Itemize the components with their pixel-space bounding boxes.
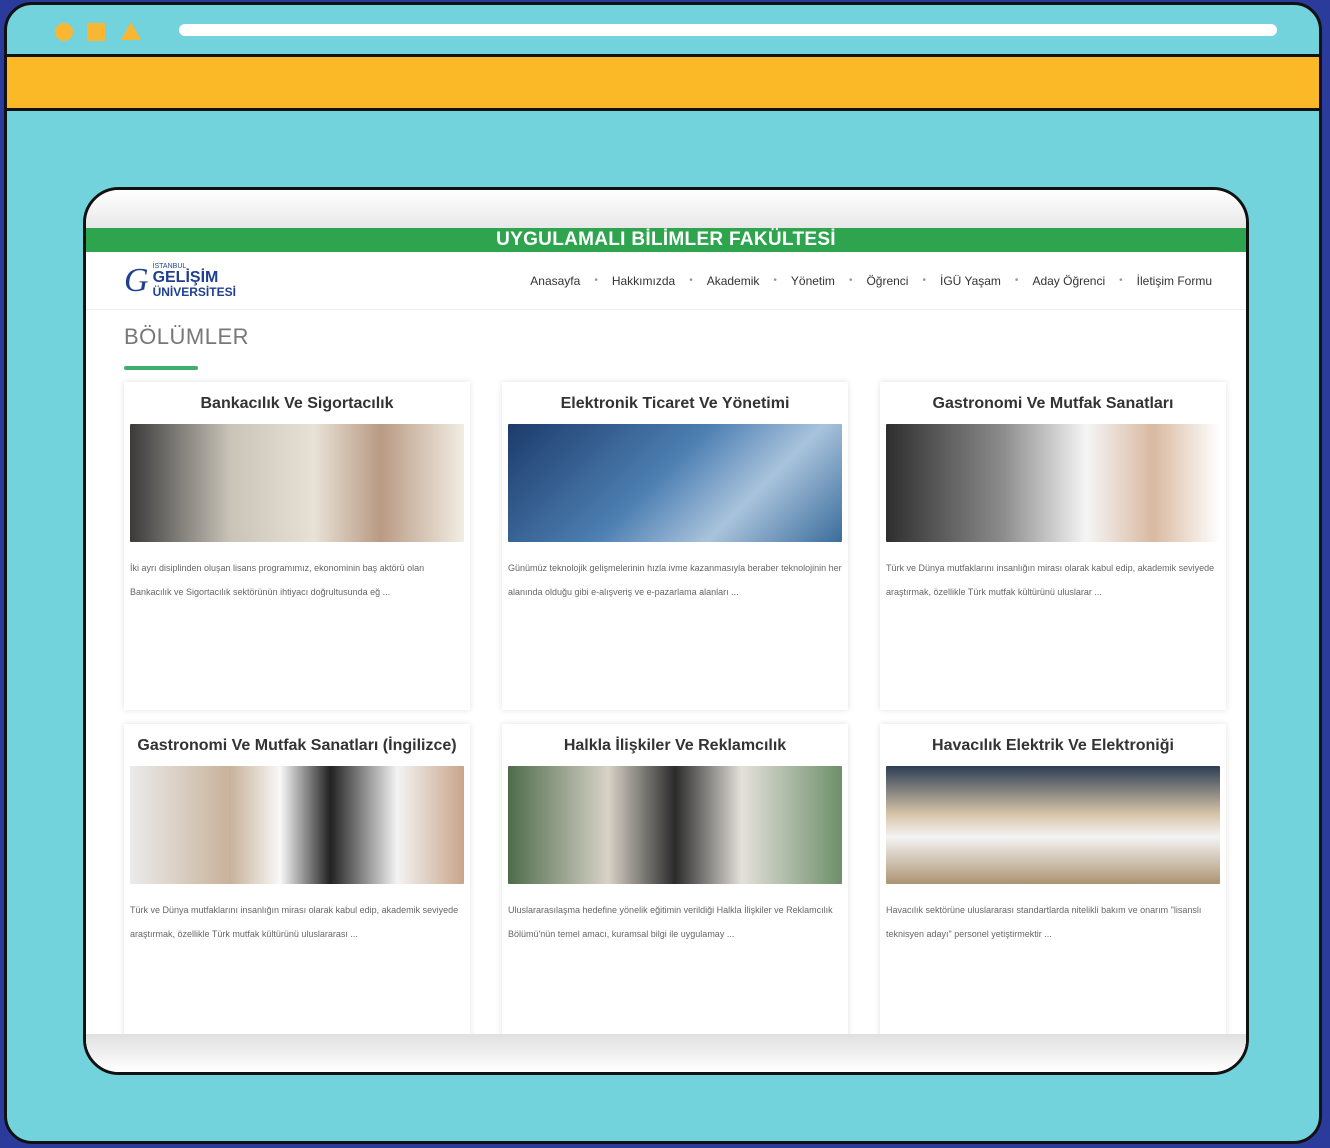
menu-item-akademik[interactable]: Akademik [697,274,770,288]
department-card[interactable]: Gastronomi Ve Mutfak Sanatları (İngilizc… [124,724,470,1052]
card-title[interactable]: Bankacılık Ve Sigortacılık [130,392,464,418]
triangle-icon[interactable] [121,22,141,40]
department-card[interactable]: Halkla İlişkiler Ve Reklamcılık Uluslara… [502,724,848,1052]
card-image[interactable] [886,424,1220,542]
screen-bottom-shade [86,1034,1246,1072]
card-image[interactable] [886,766,1220,884]
logo-icon: G [124,261,149,299]
menu-separator: • [1014,275,1019,286]
menu-item-yonetim[interactable]: Yönetim [781,274,845,288]
card-text: Türk ve Dünya mutfaklarını insanlığın mi… [130,905,459,939]
card-title[interactable]: Elektronik Ticaret Ve Yönetimi [508,392,842,418]
screen-top-shade [86,190,1246,228]
logo-sub-text: ÜNİVERSİTESİ [152,285,236,299]
menu-item-igu-yasam[interactable]: İGÜ Yaşam [930,274,1011,288]
faculty-title: UYGULAMALI BİLİMLER FAKÜLTESİ [86,228,1246,252]
menu-separator: • [922,275,926,286]
yellow-banner [7,57,1319,111]
card-title[interactable]: Gastronomi Ve Mutfak Sanatları (İngilizc… [130,734,464,760]
square-icon[interactable] [87,23,105,41]
section-title: BÖLÜMLER [124,324,250,349]
card-title[interactable]: Havacılık Elektrik Ve Elektroniği [886,734,1220,760]
menu-item-aday-ogrenci[interactable]: Aday Öğrenci [1022,274,1115,288]
card-image[interactable] [508,424,842,542]
card-text: Türk ve Dünya mutfaklarını insanlığın mi… [886,563,1215,597]
card-text: Günümüz teknolojik gelişmelerinin hızla … [508,563,842,597]
department-card[interactable]: Gastronomi Ve Mutfak Sanatları Türk ve D… [880,382,1226,710]
browser-topbar [7,5,1319,57]
menu-separator: • [848,275,853,286]
department-grid: Bankacılık Ve Sigortacılık İki ayrı disi… [124,382,1226,1052]
menu-bar: Anasayfa • Hakkımızda • Akademik • Yönet… [384,274,1222,288]
card-title[interactable]: Halkla İlişkiler Ve Reklamcılık [508,734,842,760]
card-text: Uluslararasılaşma hedefine yönelik eğiti… [508,905,833,939]
menu-item-iletisim-formu[interactable]: İletişim Formu [1127,274,1222,288]
menu-item-anasayfa[interactable]: Anasayfa [520,274,590,288]
department-card[interactable]: Elektronik Ticaret Ve Yönetimi Günümüz t… [502,382,848,710]
menu-separator: • [689,275,693,286]
menu-separator: • [773,275,777,286]
card-title[interactable]: Gastronomi Ve Mutfak Sanatları [886,392,1220,418]
card-text: Havacılık sektörüne uluslararası standar… [886,905,1202,939]
address-bar[interactable] [179,24,1277,36]
card-image[interactable] [508,766,842,884]
main-navigation: G İSTANBUL GELİŞİM ÜNİVERSİTESİ Anasayfa… [86,252,1246,310]
presentation-frame: UYGULAMALI BİLİMLER FAKÜLTESİ G İSTANBUL… [4,2,1322,1144]
section-underline [124,366,198,370]
menu-separator: • [594,275,598,286]
university-logo[interactable]: G İSTANBUL GELİŞİM ÜNİVERSİTESİ [124,262,384,300]
menu-item-ogrenci[interactable]: Öğrenci [856,274,918,288]
department-card[interactable]: Havacılık Elektrik Ve Elektroniği Havacı… [880,724,1226,1052]
card-image[interactable] [130,766,464,884]
card-text: İki ayrı disiplinden oluşan lisans progr… [130,563,425,597]
menu-separator: • [1119,275,1123,286]
department-card[interactable]: Bankacılık Ve Sigortacılık İki ayrı disi… [124,382,470,710]
logo-big-text: GELİŞİM [152,269,219,286]
website-screenshot: UYGULAMALI BİLİMLER FAKÜLTESİ G İSTANBUL… [83,187,1249,1075]
departments-section: BÖLÜMLER Bankacılık Ve Sigortacılık İki … [86,310,1246,1052]
circle-icon[interactable] [55,23,73,41]
menu-item-hakkimizda[interactable]: Hakkımızda [602,274,685,288]
card-image[interactable] [130,424,464,542]
